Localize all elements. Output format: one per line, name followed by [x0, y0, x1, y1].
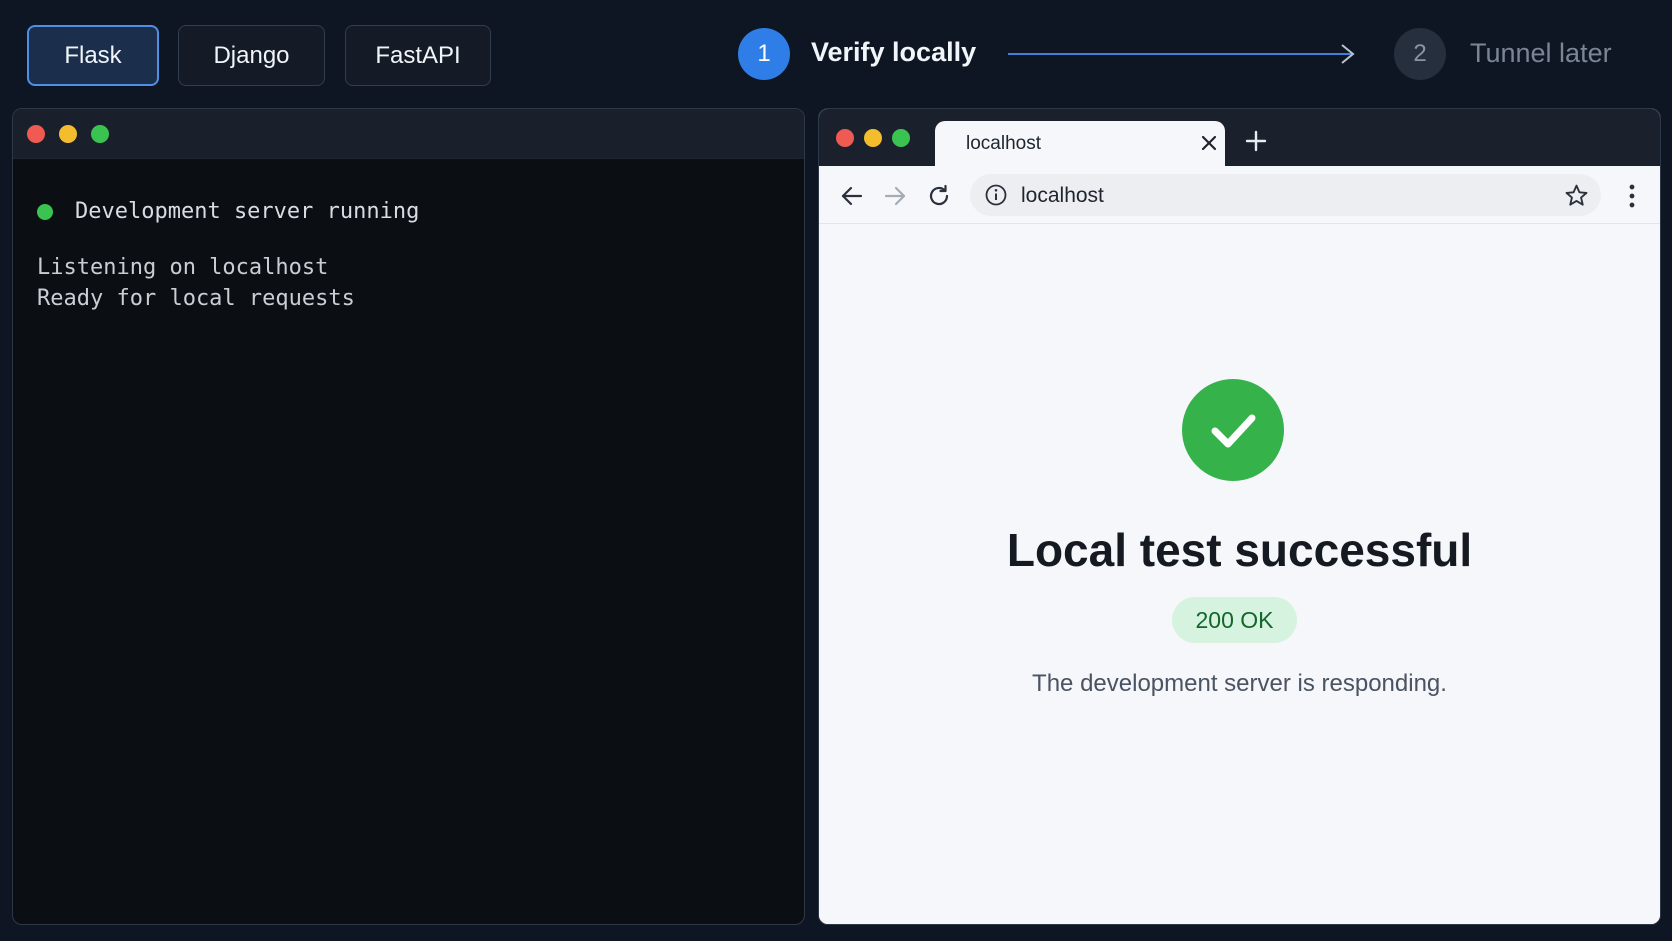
- terminal-close-button[interactable]: [27, 125, 45, 143]
- browser-maximize-button[interactable]: [892, 129, 910, 147]
- plus-icon[interactable]: [1243, 128, 1269, 154]
- address-bar[interactable]: localhost: [970, 174, 1601, 216]
- step-2-label: Tunnel later: [1470, 38, 1612, 68]
- success-title: Local test successful: [1006, 524, 1473, 576]
- step-2-number: 2: [1413, 40, 1427, 67]
- more-vert-icon[interactable]: [1627, 182, 1637, 210]
- django-tab-label: Django: [213, 41, 290, 69]
- flask-tab-button[interactable]: Flask: [27, 25, 159, 86]
- flask-tab-label: Flask: [64, 41, 122, 69]
- step-2-indicator: 2: [1394, 28, 1446, 80]
- success-subtitle: The development server is responding.: [1032, 670, 1447, 697]
- terminal-window: Development server running Listening on …: [12, 108, 805, 925]
- step-1-label: Verify locally: [811, 37, 977, 67]
- browser-minimize-button[interactable]: [864, 129, 882, 147]
- terminal-maximize-button[interactable]: [91, 125, 109, 143]
- back-arrow-icon[interactable]: [839, 183, 865, 209]
- terminal-line: Listening on localhost: [37, 255, 329, 280]
- browser-close-button[interactable]: [836, 129, 854, 147]
- terminal-titlebar: [13, 109, 804, 159]
- fastapi-tab-button[interactable]: FastAPI: [345, 25, 491, 86]
- success-check-icon: [1182, 379, 1284, 481]
- step-1-indicator: 1: [738, 28, 790, 80]
- server-status-line: Development server running: [37, 199, 419, 224]
- browser-tab[interactable]: localhost: [935, 121, 1225, 167]
- tab-title: localhost: [966, 133, 1041, 154]
- django-tab-button[interactable]: Django: [178, 25, 325, 86]
- app-root: Flask Django FastAPI 1 Verify locally 2 …: [0, 0, 1672, 941]
- forward-arrow-icon[interactable]: [882, 183, 908, 209]
- address-text: localhost: [1021, 184, 1104, 207]
- step-arrow-icon: [1008, 44, 1355, 64]
- status-badge-text: 200 OK: [1195, 606, 1274, 633]
- terminal-line: Ready for local requests: [37, 286, 355, 311]
- status-dot-icon: [37, 203, 53, 220]
- checkmark-icon: [1211, 414, 1256, 448]
- info-icon[interactable]: [984, 183, 1008, 207]
- browser-toolbar: localhost: [819, 166, 1660, 224]
- star-icon[interactable]: [1564, 183, 1589, 208]
- terminal-minimize-button[interactable]: [59, 125, 77, 143]
- status-badge: 200 OK: [1172, 597, 1297, 643]
- fastapi-tab-label: FastAPI: [375, 41, 461, 69]
- browser-window: localhost localhost Local test successfu…: [818, 108, 1661, 925]
- reload-icon[interactable]: [926, 183, 952, 209]
- close-icon[interactable]: [1197, 131, 1221, 155]
- server-status-text: Development server running: [75, 199, 420, 224]
- step-1-number: 1: [757, 40, 771, 67]
- browser-tabbar: localhost: [819, 109, 1660, 167]
